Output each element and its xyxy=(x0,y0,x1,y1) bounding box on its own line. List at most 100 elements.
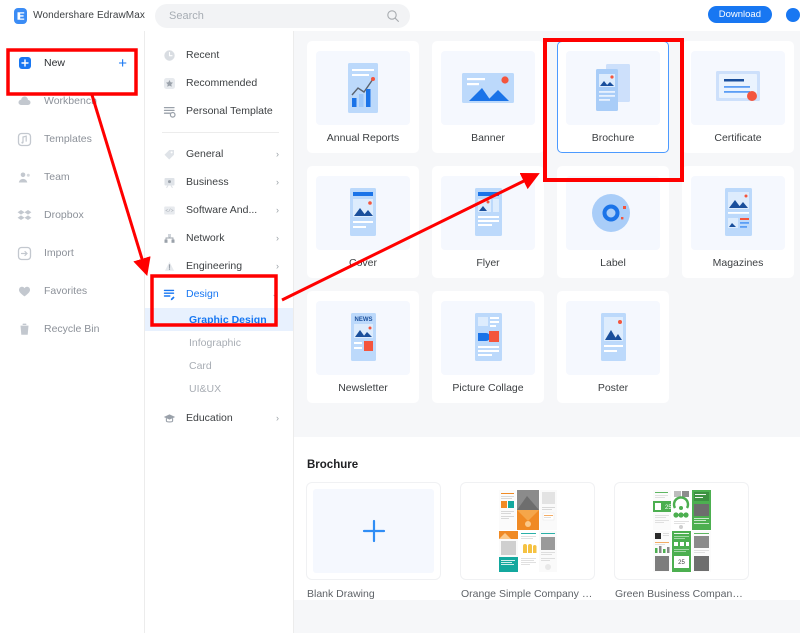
template-category-area: Annual Reports Banner Brochure Certifica… xyxy=(294,31,800,403)
section-title: Brochure xyxy=(307,459,359,471)
subcategory-graphic-design[interactable]: Graphic Design xyxy=(145,308,293,331)
dropbox-icon xyxy=(17,208,32,223)
sidebar-item-templates[interactable]: Templates xyxy=(0,120,144,158)
template-card-label: Certificate xyxy=(714,132,762,144)
template-card-annual-reports[interactable]: Annual Reports xyxy=(307,41,419,153)
category-recent[interactable]: Recent xyxy=(145,41,293,69)
star-icon xyxy=(162,76,176,90)
download-button[interactable]: Download xyxy=(707,6,772,23)
brochure-template-row: Blank Drawing Orange Simple Company P...… xyxy=(307,483,800,600)
magazines-thumb xyxy=(691,176,785,250)
template-card-label[interactable]: Label xyxy=(557,166,669,278)
education-icon xyxy=(162,411,176,425)
category-business[interactable]: Business › xyxy=(145,168,293,196)
green-brochure-thumb[interactable]: 25 25 xyxy=(615,483,748,579)
category-personal-template[interactable]: Personal Template xyxy=(145,97,293,125)
top-bar: Wondershare EdrawMax Download xyxy=(0,0,800,31)
category-design[interactable]: Design ⌄ xyxy=(145,280,293,308)
cover-thumb xyxy=(316,176,410,250)
category-label: Personal Template xyxy=(186,105,273,117)
category-label: Software And... xyxy=(186,204,258,216)
category-engineering[interactable]: Engineering › xyxy=(145,252,293,280)
category-label: General xyxy=(186,148,224,160)
sidebar-item-favorites[interactable]: Favorites xyxy=(0,272,144,310)
category-general[interactable]: General › xyxy=(145,140,293,168)
category-education[interactable]: Education › xyxy=(145,404,293,432)
template-card-brochure[interactable]: Brochure xyxy=(557,41,669,153)
category-network[interactable]: Network › xyxy=(145,224,293,252)
app-logo-icon xyxy=(14,7,28,24)
tag-icon xyxy=(162,147,176,161)
picture-collage-thumb xyxy=(441,301,535,375)
chevron-right-icon: › xyxy=(276,148,279,159)
sidebar-item-recycle-bin[interactable]: Recycle Bin xyxy=(0,310,144,348)
business-icon xyxy=(162,175,176,189)
template-card-newsletter[interactable]: NEWS Newsletter xyxy=(307,291,419,403)
sidebar-label: New xyxy=(44,57,66,69)
template-card-cover[interactable]: Cover xyxy=(307,166,419,278)
brochure-item-label: Green Business Company T... xyxy=(615,588,748,600)
blank-inner xyxy=(313,489,434,573)
search-icon[interactable] xyxy=(386,9,400,23)
brochure-item-green-business-company[interactable]: 25 25 Green Business Company T... xyxy=(615,483,748,600)
edrawmax-window: Wondershare EdrawMax Download New xyxy=(0,0,800,633)
category-software-and[interactable]: </> Software And... › xyxy=(145,196,293,224)
cloud-icon xyxy=(17,94,32,109)
poster-thumb xyxy=(566,301,660,375)
chart-report-thumb xyxy=(316,51,410,125)
subcategory-infographic[interactable]: Infographic xyxy=(145,331,293,354)
brochure-item-orange-simple-company[interactable]: Orange Simple Company P... xyxy=(461,483,594,600)
sidebar-label: Templates xyxy=(44,133,92,145)
template-card-poster[interactable]: Poster xyxy=(557,291,669,403)
template-card-label: Label xyxy=(600,257,626,269)
subcategory-uiux[interactable]: UI&UX xyxy=(145,377,293,400)
template-card-magazines[interactable]: Magazines xyxy=(682,166,794,278)
brochure-item-blank-drawing[interactable]: Blank Drawing xyxy=(307,483,440,600)
heart-icon xyxy=(17,284,32,299)
sidebar-item-team[interactable]: Team xyxy=(0,158,144,196)
account-avatar[interactable] xyxy=(786,8,800,22)
template-card-label: Newsletter xyxy=(338,382,388,394)
plus-icon xyxy=(362,519,385,543)
template-card-label: Picture Collage xyxy=(452,382,524,394)
label-thumb xyxy=(566,176,660,250)
chevron-down-icon: ⌄ xyxy=(271,288,279,299)
network-icon xyxy=(162,231,176,245)
category-recommended[interactable]: Recommended xyxy=(145,69,293,97)
category-label: Business xyxy=(186,176,229,188)
sidebar-label: Dropbox xyxy=(44,209,84,221)
template-card-flyer[interactable]: Flyer xyxy=(432,166,544,278)
blank-drawing-thumb[interactable] xyxy=(307,483,440,579)
sidebar-label: Team xyxy=(44,171,70,183)
chevron-right-icon: › xyxy=(276,204,279,215)
clock-icon xyxy=(162,48,176,62)
new-plus-icon[interactable]: + xyxy=(118,56,127,71)
subcategory-card[interactable]: Card xyxy=(145,354,293,377)
chevron-right-icon: › xyxy=(276,260,279,271)
search-input[interactable] xyxy=(169,10,386,22)
template-card-label: Annual Reports xyxy=(326,132,400,144)
template-card-label: Banner xyxy=(471,132,505,144)
left-sidebar: New + Workbench Templates Team Dropbox I… xyxy=(0,31,145,633)
orange-brochure-thumb[interactable] xyxy=(461,483,594,579)
template-card-certificate[interactable]: Certificate xyxy=(682,41,794,153)
sidebar-label: Favorites xyxy=(44,285,88,297)
sidebar-item-workbench[interactable]: Workbench xyxy=(0,82,144,120)
sidebar-item-dropbox[interactable]: Dropbox xyxy=(0,196,144,234)
chevron-right-icon: › xyxy=(276,232,279,243)
brand-name: Wondershare EdrawMax xyxy=(33,10,145,21)
template-card-banner[interactable]: Banner xyxy=(432,41,544,153)
template-card-label: Magazines xyxy=(712,257,764,269)
template-card-picture-collage[interactable]: Picture Collage xyxy=(432,291,544,403)
sidebar-item-new[interactable]: New + xyxy=(0,44,144,82)
sidebar-item-import[interactable]: Import xyxy=(0,234,144,272)
brand: Wondershare EdrawMax xyxy=(0,0,145,31)
brochure-item-label: Blank Drawing xyxy=(307,588,375,600)
template-card-label: Brochure xyxy=(591,132,635,144)
new-document-icon xyxy=(17,56,32,71)
category-label: Recent xyxy=(186,49,220,61)
sidebar-label: Import xyxy=(44,247,74,259)
category-column: Recent Recommended Personal Template Gen… xyxy=(145,31,294,633)
search-box[interactable] xyxy=(155,4,410,28)
svg-text:</>: </> xyxy=(165,208,174,214)
